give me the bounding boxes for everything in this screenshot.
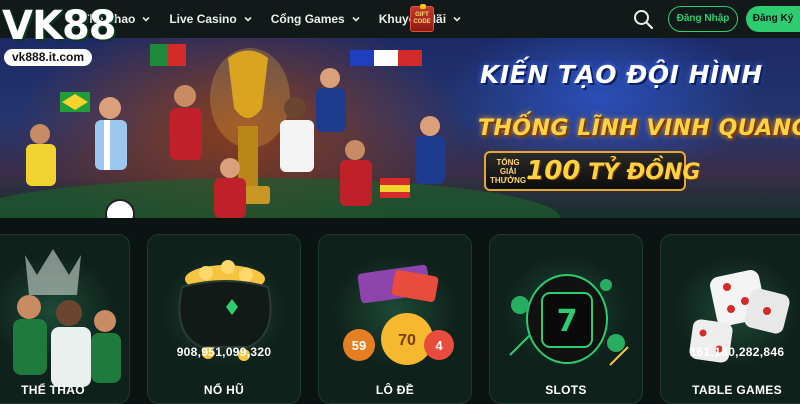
logo-url: vk888.it.com xyxy=(4,49,93,66)
prize-amount: 100 TỶ ĐỒNG xyxy=(526,156,700,186)
card-label: TABLE GAMES xyxy=(692,383,782,397)
card-label: SLOTS xyxy=(545,383,587,397)
card-lottery[interactable]: 59 70 4 LÔ ĐỀ xyxy=(318,234,472,404)
logo-text: VK88 xyxy=(2,3,117,49)
game-categories: THỂ THAO 908,951,099,320 NỔ HŨ 59 70 4 L… xyxy=(0,218,800,404)
svg-text:59: 59 xyxy=(352,338,366,353)
card-table-games[interactable]: 161,180,282,846 TABLE GAMES xyxy=(660,234,800,404)
login-button[interactable]: Đăng Nhập xyxy=(668,6,738,32)
gift-code-label: GIFT CODE xyxy=(413,12,431,25)
svg-text:70: 70 xyxy=(398,332,416,349)
nav-item-live-casino[interactable]: Live Casino xyxy=(169,12,252,26)
card-label: THỂ THAO xyxy=(21,383,85,397)
slot-reels-icon: 7 xyxy=(509,274,629,366)
prize-unit: TỶ ĐỒNG xyxy=(588,160,701,185)
card-sports[interactable]: THỂ THAO xyxy=(0,234,130,404)
chevron-down-icon xyxy=(352,16,360,22)
svg-text:7: 7 xyxy=(557,304,578,339)
chevron-down-icon xyxy=(244,16,252,22)
banner-subheadline: THỐNG LĨNH VINH QUANG xyxy=(478,116,800,141)
main-nav: Thể Thao Live Casino Cổng Games Khuyến M… xyxy=(82,0,462,38)
nav-item-label: Live Casino xyxy=(169,12,237,26)
card-label: NỔ HŨ xyxy=(203,383,245,397)
chevron-down-icon xyxy=(142,16,150,22)
card-slots[interactable]: 7 SLOTS xyxy=(489,234,643,404)
dice-icon xyxy=(689,270,790,363)
jackpot-counter: 908,951,099,320 xyxy=(176,345,272,359)
banner-headline: KIẾN TẠO ĐỘI HÌNH xyxy=(480,60,763,89)
card-label: LÔ ĐỀ xyxy=(375,383,415,397)
nav-item-label: Cổng Games xyxy=(270,12,345,26)
chevron-down-icon xyxy=(453,16,461,22)
register-button[interactable]: Đăng Ký xyxy=(746,6,800,32)
search-icon[interactable] xyxy=(632,8,654,30)
gold-pot-icon xyxy=(178,260,272,361)
card-jackpot-slots[interactable]: 908,951,099,320 NỔ HŨ xyxy=(147,234,301,404)
football-players-icon xyxy=(13,249,121,387)
brand-logo[interactable]: VK88 vk888.it.com xyxy=(0,0,130,68)
top-header: VK88 vk888.it.com Thể Thao Live Casino C… xyxy=(0,0,800,66)
prize-number: 100 xyxy=(526,156,581,186)
gift-code-button[interactable]: GIFT CODE xyxy=(410,4,434,32)
jackpot-counter: 161,180,282,846 xyxy=(689,345,785,359)
svg-text:4: 4 xyxy=(435,338,443,353)
lottery-balls-icon: 59 70 4 xyxy=(343,264,454,365)
prize-box: TỔNG GIẢI THƯỞNG 100 TỶ ĐỒNG xyxy=(484,151,700,191)
nav-item-game-portal[interactable]: Cổng Games xyxy=(271,12,361,26)
prize-label: TỔNG GIẢI THƯỞNG xyxy=(490,157,527,185)
